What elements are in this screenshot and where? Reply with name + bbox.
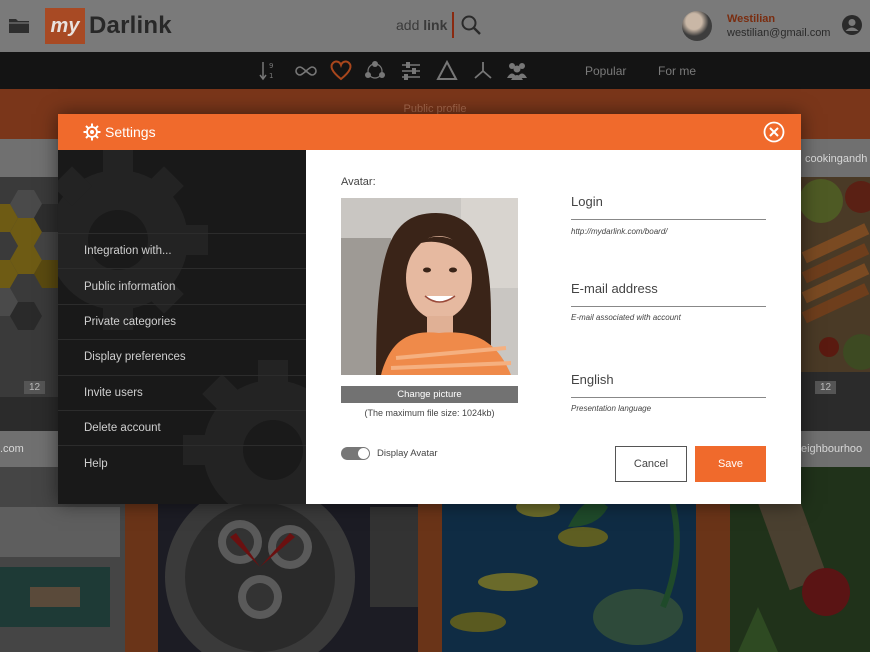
- save-button[interactable]: Save: [695, 446, 766, 482]
- settings-menu: Integration with... Public information P…: [58, 233, 306, 481]
- email-underline: [571, 306, 766, 307]
- login-field[interactable]: Login: [571, 194, 603, 209]
- logo-mark: my: [45, 8, 85, 44]
- add-link-divider: [452, 12, 454, 38]
- close-icon[interactable]: [763, 121, 785, 143]
- network-icon[interactable]: [364, 60, 386, 82]
- group-icon[interactable]: [506, 60, 528, 82]
- svg-text:1: 1: [269, 72, 273, 80]
- user-name[interactable]: Westilian: [727, 13, 775, 25]
- display-avatar-label: Display Avatar: [377, 448, 438, 459]
- search-icon[interactable]: [460, 14, 482, 36]
- profile-icon[interactable]: [841, 14, 863, 36]
- like-count-badge-right: 12: [815, 381, 837, 394]
- like-count-badge: 12: [24, 381, 46, 394]
- menu-item-delete-account[interactable]: Delete account: [58, 409, 306, 445]
- login-underline: [571, 219, 766, 220]
- add-link-button[interactable]: add link: [396, 17, 447, 33]
- heart-icon[interactable]: [329, 59, 353, 81]
- svg-text:9: 9: [269, 62, 273, 70]
- card-header-left: [0, 139, 58, 177]
- menu-item-integration[interactable]: Integration with...: [58, 233, 306, 268]
- card-title-right-top: cookingandh: [805, 153, 868, 165]
- sort-icon[interactable]: 9 1: [258, 60, 278, 82]
- menu-item-public-information[interactable]: Public information: [58, 268, 306, 303]
- menu-item-private-categories[interactable]: Private categories: [58, 303, 306, 339]
- top-bar: my Darlink add link Westilian westilian@…: [0, 0, 870, 52]
- settings-dialog: Settings Integration with... Public info…: [58, 114, 801, 504]
- tab-popular[interactable]: Popular: [585, 64, 626, 78]
- email-field[interactable]: E-mail address: [571, 281, 658, 296]
- logo-text: Darlink: [89, 12, 172, 39]
- gear-icon: [83, 123, 101, 141]
- sliders-icon[interactable]: [400, 60, 422, 82]
- hexagon-pattern-image: [0, 190, 58, 330]
- language-underline: [571, 397, 766, 398]
- tab-for-me[interactable]: For me: [658, 64, 696, 78]
- folder-icon[interactable]: [8, 14, 30, 36]
- cancel-button[interactable]: Cancel: [615, 446, 687, 482]
- toggle-knob: [358, 448, 369, 459]
- avatar-image: [341, 198, 518, 375]
- dialog-header: Settings: [58, 114, 801, 150]
- avatar-label: Avatar:: [341, 176, 376, 188]
- add-link-bold: link: [423, 17, 448, 33]
- max-file-size-note: (The maximum file size: 1024kb): [364, 408, 495, 418]
- add-link-prefix: add: [396, 17, 424, 33]
- menu-item-display-preferences[interactable]: Display preferences: [58, 339, 306, 374]
- display-avatar-toggle[interactable]: [341, 447, 370, 460]
- filter-toolbar: 9 1 Popular For me: [0, 52, 870, 89]
- logo[interactable]: my Darlink: [45, 8, 172, 44]
- user-email: westilian@gmail.com: [727, 27, 831, 39]
- menu-item-invite-users[interactable]: Invite users: [58, 374, 306, 410]
- email-hint: E-mail associated with account: [571, 313, 681, 322]
- dialog-title: Settings: [105, 124, 156, 140]
- spices-image: [801, 179, 870, 370]
- settings-sidebar: Integration with... Public information P…: [58, 150, 306, 504]
- user-avatar[interactable]: [682, 11, 712, 41]
- triangle-icon[interactable]: [436, 60, 458, 82]
- menu-item-help[interactable]: Help: [58, 445, 306, 480]
- language-select[interactable]: English: [571, 372, 614, 387]
- login-hint: http://mydarlink.com/board/: [571, 227, 668, 236]
- card-title-right-2: eighbourhoo: [801, 443, 863, 455]
- branch-icon[interactable]: [472, 60, 494, 82]
- change-picture-button[interactable]: Change picture: [341, 386, 518, 403]
- card-title-left-2: .com: [0, 443, 24, 455]
- infinity-icon[interactable]: [294, 62, 318, 80]
- language-hint: Presentation language: [571, 404, 652, 413]
